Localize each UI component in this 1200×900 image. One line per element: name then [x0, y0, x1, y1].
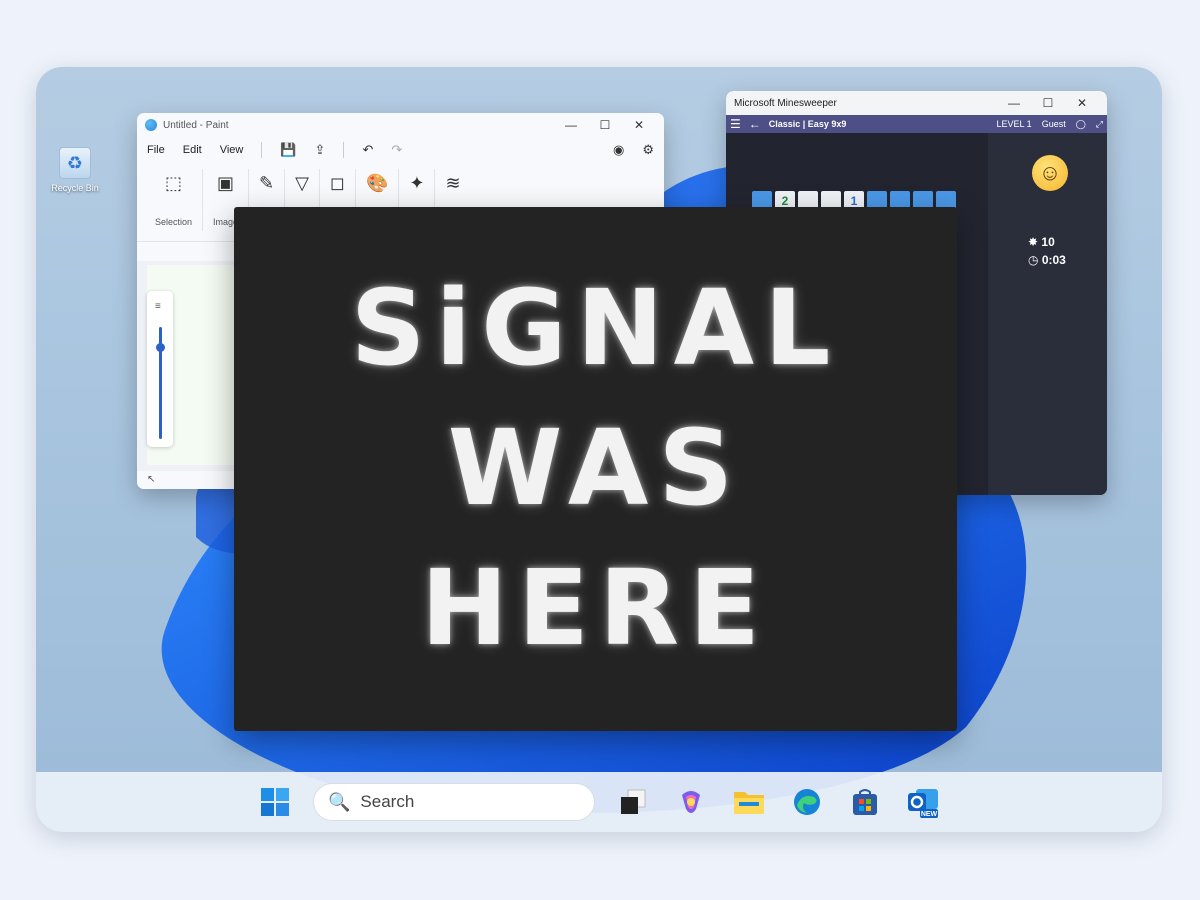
maximize-button[interactable]: ☐	[588, 118, 622, 132]
menu-edit[interactable]: Edit	[183, 144, 202, 156]
taskbar-search-box[interactable]: 🔍 Search	[313, 783, 595, 821]
menu-divider	[343, 142, 345, 158]
undo-icon[interactable]: ↶	[362, 142, 373, 158]
copilot-icon	[682, 791, 700, 813]
ribbon-group-selection[interactable]: ⬚ Selection	[145, 169, 204, 231]
search-placeholder: Search	[360, 792, 415, 811]
outlook-button[interactable]: NEW	[903, 782, 943, 822]
copilot-button[interactable]	[671, 782, 711, 822]
store-button[interactable]	[845, 782, 885, 822]
recycle-bin-shortcut[interactable]: ♻ Recycle Bin	[50, 147, 100, 193]
image-icon: ▣	[217, 173, 235, 193]
mine-count-value: 10	[1041, 235, 1055, 249]
minimize-button[interactable]: —	[997, 96, 1031, 110]
ribbon-label-selection: Selection	[155, 217, 193, 227]
task-view-button[interactable]	[613, 782, 653, 822]
taskbar: 🔍 Search NEW	[36, 772, 1162, 832]
file-explorer-icon	[734, 792, 764, 814]
menu-file[interactable]: File	[147, 144, 165, 156]
minesweeper-toolbar: ☰ ← Classic | Easy 9x9 LEVEL 1 Guest ◯ ⤢	[726, 115, 1107, 133]
edge-icon	[794, 789, 820, 815]
copilot-icon: ✦	[409, 173, 425, 193]
smiley-face-icon[interactable]: ☺	[1032, 155, 1068, 191]
share-icon[interactable]: ⇪	[315, 142, 326, 158]
cursor-position-icon: ↖	[147, 474, 156, 485]
search-icon: 🔍	[328, 791, 351, 812]
back-arrow-icon[interactable]: ←	[749, 117, 761, 131]
thickness-icon: ≡	[155, 301, 161, 312]
fullscreen-icon[interactable]: ⤢	[1096, 119, 1103, 130]
paint-titlebar[interactable]: Untitled - Paint — ☐ ✕	[137, 113, 664, 137]
user-avatar-icon[interactable]: ◯	[1076, 119, 1086, 130]
file-explorer-button[interactable]	[729, 782, 769, 822]
graffiti-line-2: WAS	[447, 407, 744, 529]
store-icon	[853, 789, 877, 815]
mine-counter: ✸ 10	[1028, 235, 1055, 249]
account-icon[interactable]: ◉	[613, 142, 624, 158]
layers-icon: ≋	[445, 173, 461, 193]
mine-icon: ✸	[1028, 235, 1039, 249]
timer-icon: ◷	[1028, 253, 1039, 267]
paint-menubar: File Edit View 💾 ⇪ ↶ ↷ ◉ ⚙	[137, 137, 664, 163]
slider-knob[interactable]	[156, 343, 165, 352]
paint-app-icon	[145, 119, 157, 131]
graffiti-line-1: SiGNAL	[350, 267, 841, 389]
game-mode-label: Classic | Easy 9x9	[768, 119, 847, 129]
recycle-bin-label: Recycle Bin	[51, 183, 99, 193]
task-view-icon	[621, 789, 646, 814]
user-label: Guest	[1041, 119, 1066, 129]
shapes-icon: ◻	[329, 173, 345, 193]
paint-title: Untitled - Paint	[163, 119, 229, 131]
maximize-button[interactable]: ☐	[1031, 96, 1065, 110]
minimize-button[interactable]: —	[554, 118, 588, 132]
graffiti-line-3: HERE	[420, 547, 771, 669]
outlook-new-badge: NEW	[921, 811, 938, 818]
tools-icon: ✎	[259, 173, 275, 193]
start-button[interactable]	[255, 782, 295, 822]
minesweeper-titlebar[interactable]: Microsoft Minesweeper — ☐ ✕	[726, 91, 1107, 115]
level-badge: LEVEL 1	[996, 119, 1032, 129]
game-timer: ◷ 0:03	[1028, 253, 1066, 267]
desktop-screen: ♻ Recycle Bin Untitled - Paint — ☐ ✕ Fil…	[36, 67, 1162, 832]
brush-size-slider[interactable]: ≡	[147, 291, 173, 447]
selection-icon: ⬚	[165, 173, 183, 193]
menu-view[interactable]: View	[220, 144, 244, 156]
windows-start-icon	[261, 788, 289, 816]
redo-icon[interactable]: ↷	[391, 142, 402, 158]
palette-icon: 🎨	[365, 173, 389, 193]
save-icon[interactable]: 💾	[280, 142, 296, 158]
menu-divider	[261, 142, 263, 158]
graffiti-window[interactable]: SiGNAL WAS HERE	[234, 207, 957, 731]
recycle-bin-icon: ♻	[59, 147, 91, 179]
hamburger-menu-icon[interactable]: ☰	[730, 117, 741, 131]
settings-gear-icon[interactable]: ⚙	[642, 142, 654, 158]
outlook-icon: NEW	[908, 789, 938, 818]
timer-value: 0:03	[1041, 253, 1066, 267]
edge-button[interactable]	[787, 782, 827, 822]
close-button[interactable]: ✕	[622, 118, 656, 132]
game-info-panel: ☺ ✸ 10 ◷ 0:03	[988, 133, 1107, 495]
minesweeper-title: Microsoft Minesweeper	[734, 97, 837, 109]
brush-icon: ▽	[295, 173, 309, 193]
close-button[interactable]: ✕	[1065, 96, 1099, 110]
